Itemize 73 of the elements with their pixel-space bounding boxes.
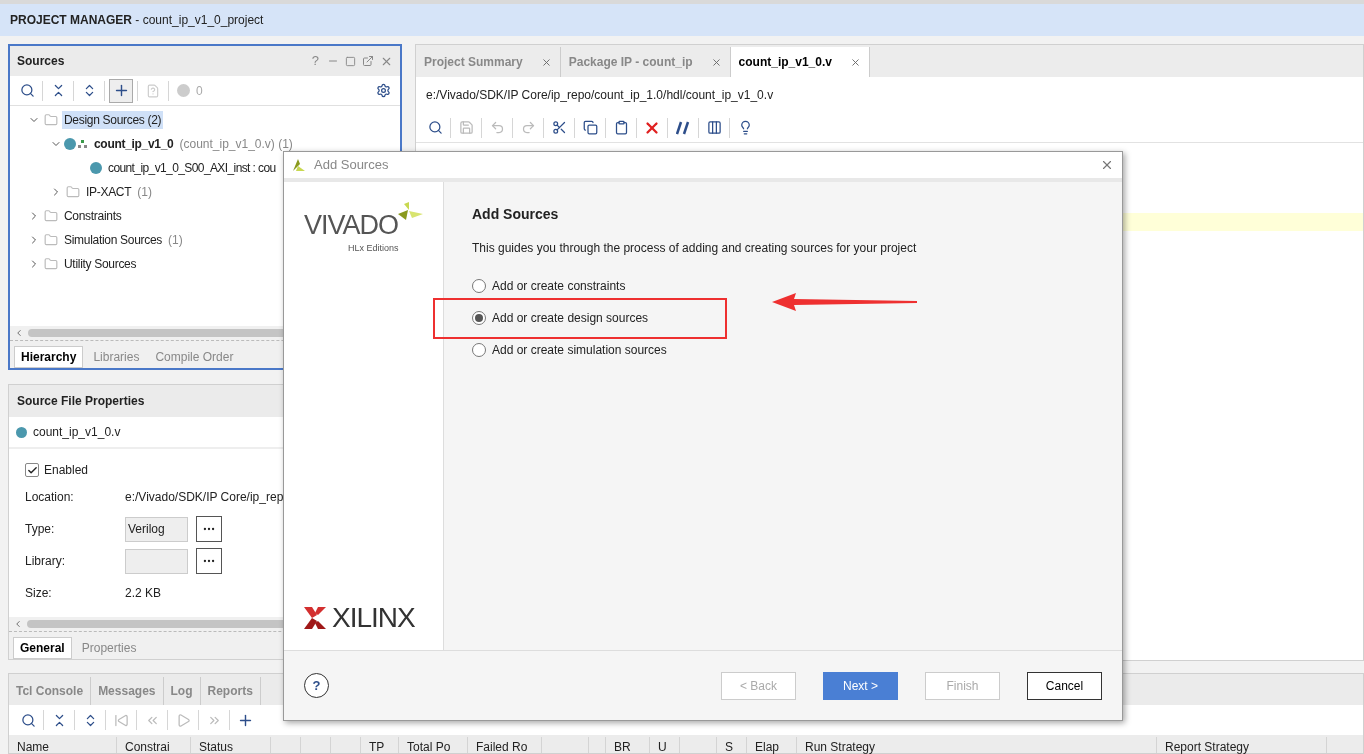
tree-item[interactable]: count_ip_v1_0_S00_AXI_inst : cou — [106, 159, 278, 177]
column-header: Name — [9, 737, 117, 753]
property-label: Location: — [25, 489, 75, 506]
property-value: 2.2 KB — [125, 585, 162, 602]
close-icon[interactable] — [1100, 158, 1114, 172]
column-header: Run Strategy — [797, 737, 1157, 753]
property-label: Library: — [25, 553, 66, 570]
tree-item[interactable]: IP-XACT — [84, 183, 134, 201]
tree-item[interactable]: count_ip_v1_0 — [92, 135, 176, 153]
tree-item-count: (1) — [168, 232, 183, 249]
tree-item[interactable]: Constraints — [62, 207, 124, 225]
logo-icon — [292, 158, 306, 172]
vivado-logo: VIVADO HLx Editions — [304, 202, 424, 254]
column-header: Constrai — [117, 737, 191, 753]
tree-item[interactable]: Design Sources (2) — [62, 111, 164, 129]
dialog-button[interactable]: Cancel — [1027, 671, 1102, 700]
folder-icon — [44, 233, 58, 247]
radio-label[interactable]: Add or create simulation sources — [492, 341, 667, 359]
xilinx-logo: XILINX — [304, 604, 423, 632]
property-field[interactable]: Verilog — [125, 516, 188, 542]
column-header: Report Strategy — [1157, 737, 1327, 753]
tree-item-count: (count_ip_v1_0.v) (1) — [179, 136, 293, 153]
tree-item[interactable]: Utility Sources — [62, 255, 139, 273]
help-button[interactable]: ? — [304, 673, 329, 698]
dialog-description: This guides you through the process of adding and creating sources for your project — [472, 240, 918, 257]
property-field[interactable] — [125, 548, 188, 574]
panel-title: Source File Properties — [17, 393, 145, 410]
column-header: U — [650, 737, 680, 753]
radio-label[interactable]: Add or create design sources — [492, 309, 649, 327]
hierarchy-icon — [78, 140, 88, 148]
panel-title: Sources — [17, 53, 65, 70]
column-header: TP — [361, 737, 399, 753]
folder-icon — [44, 209, 58, 223]
folder-icon — [44, 113, 58, 127]
browse-button[interactable] — [196, 548, 222, 574]
column-header: Elap — [747, 737, 797, 753]
close-icon[interactable] — [849, 56, 861, 68]
column-header: Failed Ro — [468, 737, 542, 753]
problem-count: 0 — [196, 82, 203, 100]
panel-tab[interactable]: General — [13, 637, 72, 659]
editor-tab[interactable]: count_ip_v1_0.v — [730, 47, 870, 77]
scroll-left-icon[interactable] — [13, 619, 23, 629]
file-path: e:/Vivado/SDK/IP Core/ip_repo/count_ip_1.0/hdl/count_ip_v1_0.v — [426, 87, 774, 104]
tree-item[interactable]: Simulation Sources — [62, 231, 164, 249]
browse-button[interactable] — [196, 516, 222, 542]
float-icon[interactable] — [362, 55, 374, 67]
radio-button[interactable] — [472, 311, 486, 325]
window-title: PROJECT MANAGER - count_ip_v1_0_project — [10, 12, 264, 29]
column-header: BR — [606, 737, 650, 753]
dialog-button[interactable]: Next > — [823, 671, 898, 700]
column-header: S — [717, 737, 747, 753]
radio-label[interactable]: Add or create constraints — [492, 277, 626, 295]
close-icon[interactable] — [710, 56, 722, 68]
tree-item-count: (1) — [137, 184, 152, 201]
panel-tab[interactable]: Hierarchy — [14, 346, 84, 368]
folder-icon — [44, 257, 58, 271]
folder-icon — [66, 185, 80, 199]
scroll-left-icon[interactable] — [14, 328, 24, 338]
dialog-heading: Add Sources — [472, 205, 560, 224]
column-header: Status — [191, 737, 271, 753]
close-icon[interactable] — [540, 56, 552, 68]
property-value: e:/Vivado/SDK/IP Core/ip_rep — [125, 489, 284, 506]
radio-button[interactable] — [472, 343, 486, 357]
checkbox-label: Enabled — [44, 462, 89, 479]
property-label: Size: — [25, 585, 53, 602]
property-label: Type: — [25, 521, 56, 538]
column-header: Total Po — [399, 737, 468, 753]
dialog-title: Add Sources — [314, 156, 389, 175]
file-name: count_ip_v1_0.v — [33, 424, 121, 441]
checkbox[interactable] — [25, 463, 39, 477]
maximize-icon[interactable] — [345, 55, 356, 67]
radio-button[interactable] — [472, 279, 486, 293]
add-sources-button[interactable] — [109, 78, 133, 103]
